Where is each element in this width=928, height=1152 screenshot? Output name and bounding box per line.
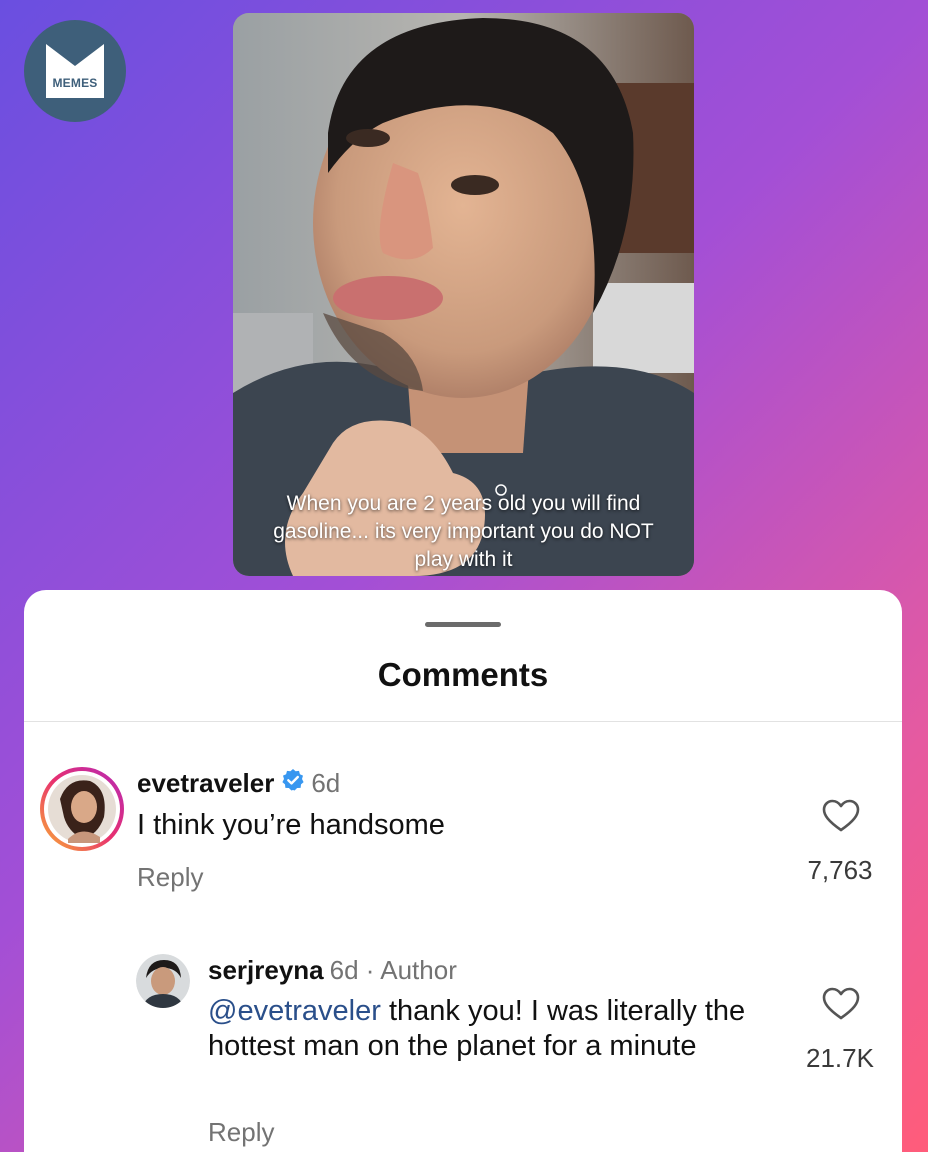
comment-header: evetraveler 6d: [137, 768, 340, 799]
sheet-grab-handle[interactable]: [425, 622, 501, 627]
heart-icon[interactable]: [822, 987, 860, 1021]
reply-age-author: 6d · Author: [329, 955, 457, 985]
verified-badge-icon: [281, 768, 305, 799]
like-count: 21.7K: [806, 1043, 874, 1073]
comments-sheet: Comments evetraveler 6d I think you’re h…: [24, 590, 902, 1152]
memes-logo: MEMES: [24, 20, 126, 122]
reply-header: serjreyna 6d · Author: [208, 955, 457, 986]
comment-age: 6d: [311, 768, 341, 798]
divider: [24, 721, 902, 722]
reply-text: @evetraveler thank you! I was literally …: [208, 994, 768, 1064]
comment-text: I think you’re handsome: [137, 809, 445, 841]
comments-title: Comments: [377, 656, 549, 693]
reply-button[interactable]: Reply: [208, 1117, 274, 1148]
avatar-serjreyna[interactable]: [136, 954, 190, 1008]
mention-link[interactable]: @evetraveler: [208, 995, 381, 1027]
reply-username[interactable]: serjreyna: [208, 955, 324, 986]
comment-username[interactable]: evetraveler: [137, 768, 274, 799]
logo-text: MEMES: [52, 76, 98, 90]
reply-button[interactable]: Reply: [137, 862, 203, 893]
memes-logo-badge: MEMES: [46, 44, 104, 98]
like-count: 7,763: [807, 855, 873, 885]
video-player[interactable]: When you are 2 years old you will find g…: [233, 13, 694, 576]
heart-icon[interactable]: [822, 799, 860, 833]
video-caption: When you are 2 years old you will find g…: [273, 492, 654, 571]
avatar-evetraveler[interactable]: [38, 765, 126, 853]
